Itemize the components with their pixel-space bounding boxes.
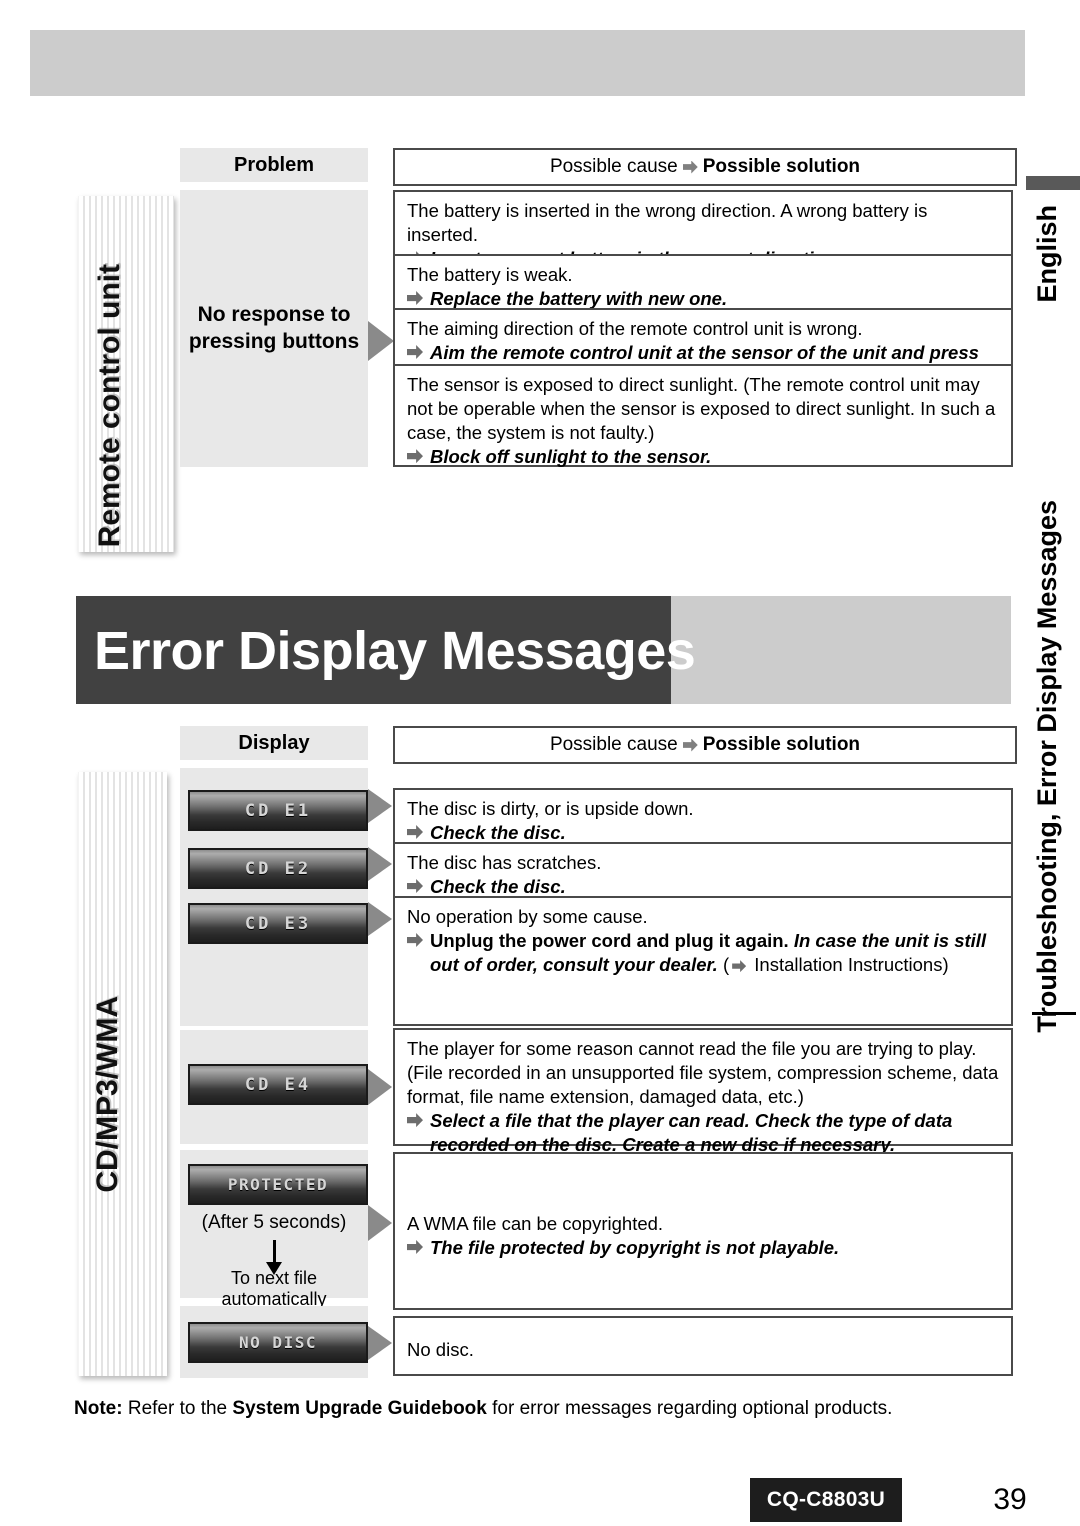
- error-display-messages-banner: Error Display Messages: [76, 596, 1011, 704]
- table-row: A WMA file can be copyrighted. The file …: [393, 1152, 1013, 1310]
- header-cause-text: Possible cause: [549, 156, 678, 177]
- pointer-triangle-icon: [368, 1069, 392, 1105]
- side-tab-remote-control-unit: Remote control unit: [78, 196, 174, 552]
- cause-text: The player for some reason cannot read t…: [407, 1038, 999, 1108]
- solution-text: Block off sunlight to the sensor.: [430, 446, 712, 468]
- problem-label-line2: pressing buttons: [188, 329, 360, 353]
- troubleshooting-header-cause-solution: Possible cause Possible solution: [393, 148, 1017, 186]
- arrow-right-icon: [682, 738, 698, 752]
- solution-text-composite: Unplug the power cord and plug it again.…: [430, 930, 987, 976]
- solution-text-upright: Unplug the power cord and plug it again.: [430, 930, 789, 952]
- lcd-display-cd-e3: CD E3: [188, 903, 368, 944]
- table-row: The aiming direction of the remote contr…: [393, 308, 1013, 387]
- note-text-1: Refer to the: [127, 1398, 228, 1419]
- solution-text: Select a file that the player can read. …: [430, 1110, 953, 1156]
- table-row: The disc is dirty, or is upside down. Ch…: [393, 788, 1013, 844]
- page-number: 39: [993, 1483, 1027, 1516]
- manual-page: English Troubleshooting, Error Display M…: [0, 0, 1080, 1526]
- display-group-cell-e1-e3: CD E1 CD E2 CD E3: [180, 768, 368, 1026]
- footer-note: Note: Refer to the System Upgrade Guideb…: [74, 1398, 892, 1420]
- solution-text: The file protected by copyright is not p…: [430, 1237, 840, 1259]
- note-text-2: for error messages regarding optional pr…: [492, 1398, 893, 1419]
- table-row: The battery is inserted in the wrong dir…: [393, 190, 1013, 269]
- section-tab-label: Troubleshooting, Error Display Messages: [1032, 500, 1062, 1033]
- display-group-cell-e4: CD E4: [180, 1030, 368, 1144]
- header-cause-text: Possible cause: [549, 734, 678, 755]
- cause-text: The sensor is exposed to direct sunlight…: [407, 374, 996, 444]
- arrow-right-icon: [407, 825, 423, 840]
- problem-label-line1: No response to: [197, 302, 351, 326]
- lcd-display-protected: PROTECTED: [188, 1164, 368, 1205]
- solution-row: Select a file that the player can read. …: [407, 1109, 1001, 1157]
- header-solution-text: Possible solution: [702, 156, 861, 177]
- arrow-right-icon: [407, 291, 423, 306]
- lcd-display-cd-e4: CD E4: [188, 1064, 368, 1105]
- arrow-right-icon: [407, 1240, 423, 1255]
- protected-next-label: To next file automatically: [221, 1268, 327, 1309]
- pointer-triangle-icon: [368, 1326, 392, 1360]
- table-row: The battery is weak. Replace the battery…: [393, 254, 1013, 310]
- cause-text: The aiming direction of the remote contr…: [407, 318, 863, 339]
- pointer-triangle-icon: [368, 847, 392, 881]
- cause-text: The battery is inserted in the wrong dir…: [407, 200, 928, 246]
- language-tab-label: English: [1032, 205, 1062, 303]
- cause-text: The disc is dirty, or is upside down.: [407, 798, 694, 819]
- pointer-triangle-icon: [368, 902, 392, 936]
- note-label: Note:: [74, 1398, 123, 1419]
- arrow-right-icon: [407, 1113, 423, 1128]
- display-group-cell-no-disc: NO DISC: [180, 1306, 368, 1378]
- lcd-display-cd-e2: CD E2: [188, 848, 368, 889]
- error-header-display: Display: [180, 726, 368, 760]
- error-header-cause-solution: Possible cause Possible solution: [393, 726, 1017, 764]
- arrow-right-icon: [407, 449, 423, 464]
- pointer-triangle-icon: [368, 321, 394, 361]
- down-arrow-icon: [266, 1240, 282, 1275]
- arrow-right-icon: [732, 960, 747, 973]
- pointer-triangle-icon: [368, 1205, 392, 1241]
- problem-cell: No response to pressing buttons: [180, 190, 368, 467]
- cause-text: No disc.: [407, 1339, 474, 1360]
- lcd-display-no-disc: NO DISC: [188, 1322, 368, 1363]
- arrow-right-icon: [407, 879, 423, 894]
- cause-text: A WMA file can be copyrighted.: [407, 1213, 664, 1234]
- banner-title: Error Display Messages: [94, 621, 696, 681]
- model-number-badge: CQ-C8803U: [750, 1478, 902, 1522]
- lcd-display-cd-e1: CD E1: [188, 790, 368, 831]
- solution-row: The file protected by copyright is not p…: [407, 1236, 1001, 1260]
- troubleshooting-header-problem: Problem: [180, 148, 368, 182]
- header-solution-text: Possible solution: [702, 734, 861, 755]
- arrow-right-icon: [407, 345, 423, 360]
- cause-text: No operation by some cause.: [407, 906, 648, 927]
- top-grey-band: [30, 30, 1025, 96]
- side-tab-remote-label: Remote control unit: [93, 264, 126, 548]
- solution-row: Unplug the power cord and plug it again.…: [407, 929, 1001, 977]
- table-row: The disc has scratches. Check the disc.: [393, 842, 1013, 898]
- cause-text: The battery is weak.: [407, 264, 573, 285]
- solution-reference: Installation Instructions: [754, 954, 943, 976]
- note-bold-title: System Upgrade Guidebook: [232, 1398, 487, 1419]
- table-row: The sensor is exposed to direct sunlight…: [393, 364, 1013, 467]
- table-row: No disc.: [393, 1316, 1013, 1376]
- solution-row: Block off sunlight to the sensor.: [407, 445, 1001, 469]
- arrow-right-icon: [407, 933, 423, 948]
- arrow-right-icon: [682, 160, 698, 174]
- sidebar-rule: [1032, 1012, 1076, 1015]
- side-tab-cd-mp3-wma: CD/MP3/WMA: [78, 772, 167, 1376]
- table-row: No operation by some cause. Unplug the p…: [393, 896, 1013, 1026]
- section-marker: [1026, 176, 1080, 190]
- cause-text: The disc has scratches.: [407, 852, 602, 873]
- table-row: The player for some reason cannot read t…: [393, 1028, 1013, 1155]
- pointer-triangle-icon: [368, 789, 392, 823]
- display-group-cell-protected: PROTECTED (After 5 seconds) To next file…: [180, 1150, 368, 1309]
- protected-after-label: (After 5 seconds): [201, 1212, 347, 1233]
- side-tab-cd-label: CD/MP3/WMA: [91, 996, 124, 1193]
